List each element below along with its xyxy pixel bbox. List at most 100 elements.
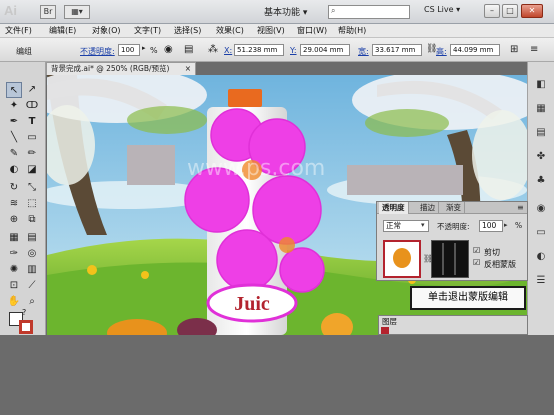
blob-brush-tool-icon[interactable]: ◐ bbox=[6, 162, 22, 178]
height-label[interactable]: 高: bbox=[436, 46, 447, 57]
symbol-sprayer-tool-icon[interactable]: ✺ bbox=[6, 262, 22, 278]
appearance-panel-icon[interactable]: ☰ bbox=[532, 272, 550, 290]
paintbrush-tool-icon[interactable]: ✎ bbox=[6, 146, 22, 162]
zoom-tool-icon[interactable]: ⌕ bbox=[24, 294, 40, 310]
panel-menu-icon[interactable]: ≡ bbox=[530, 44, 538, 55]
app-logo: Ai bbox=[4, 3, 17, 18]
eraser-tool-icon[interactable]: ◪ bbox=[24, 162, 40, 178]
minimize-button[interactable]: – bbox=[484, 4, 500, 18]
document-tab[interactable]: 背景完成.ai* @ 250% (RGB/预览) × bbox=[46, 62, 196, 75]
transparency-panel: 透明度 描边 渐变 ≡ 正常 ▾ 不透明度: 100 ▸ % ⛓ ☑ 剪切 ☑ … bbox=[376, 201, 528, 281]
layer-color-swatch bbox=[381, 327, 389, 334]
cs-live-button[interactable]: CS Live ▾ bbox=[424, 5, 460, 14]
opacity-field[interactable]: 100 bbox=[118, 44, 140, 56]
lasso-tool-icon[interactable]: ↀ bbox=[24, 98, 40, 114]
panel-dock: ◧ ▦ ▤ ✤ ♣ ◉ ▭ ◐ ☰ bbox=[527, 62, 554, 335]
free-transform-tool-icon[interactable]: ⬚ bbox=[24, 196, 40, 212]
pencil-tool-icon[interactable]: ✏ bbox=[24, 146, 40, 162]
tools-panel: ↖ ↗ ✦ ↀ ✒ T ╲ ▭ ✎ ✏ ◐ ◪ ↻ ⤡ ≋ ⬚ ⊕ ⧉ ▦ ▤ … bbox=[0, 62, 46, 335]
menu-effect[interactable]: 效果(C) bbox=[216, 25, 244, 36]
magic-wand-tool-icon[interactable]: ✦ bbox=[6, 98, 22, 114]
rotate-tool-icon[interactable]: ↻ bbox=[6, 180, 22, 196]
blend-tool-icon[interactable]: ◎ bbox=[24, 246, 40, 262]
menu-window[interactable]: 窗口(W) bbox=[297, 25, 327, 36]
workspace-switcher[interactable]: 基本功能 ▾ bbox=[264, 5, 307, 18]
maximize-button[interactable]: □ bbox=[502, 4, 518, 18]
arrange-documents-icon[interactable]: ▦▾ bbox=[64, 5, 90, 19]
transform-icon[interactable]: ⊞ bbox=[510, 44, 518, 55]
transparency-opacity-field[interactable]: 100 bbox=[479, 220, 503, 232]
menu-view[interactable]: 视图(V) bbox=[257, 25, 285, 36]
color-guide-icon[interactable]: ▦ bbox=[532, 100, 550, 118]
clip-label: 剪切 bbox=[484, 248, 500, 257]
transparency-percent: % bbox=[515, 221, 523, 230]
gradient-tool-icon[interactable]: ▤ bbox=[24, 230, 40, 246]
x-label[interactable]: X: bbox=[224, 46, 232, 55]
swatches-panel-icon[interactable]: ▤ bbox=[532, 124, 550, 142]
x-field[interactable]: 51.238 mm bbox=[234, 44, 284, 56]
pen-tool-icon[interactable]: ✒ bbox=[6, 114, 22, 130]
y-field[interactable]: 29.004 mm bbox=[300, 44, 350, 56]
gradient-panel-icon[interactable]: ▭ bbox=[532, 224, 550, 242]
search-icon: ⌕ bbox=[331, 6, 336, 15]
help-icon[interactable]: ? bbox=[22, 308, 26, 317]
column-graph-tool-icon[interactable]: ▥ bbox=[24, 262, 40, 278]
clip-checkbox[interactable]: ☑ bbox=[473, 246, 480, 255]
opacity-stepper-icon[interactable]: ▸ bbox=[504, 221, 508, 229]
opacity-stepper-icon[interactable]: ▸ bbox=[142, 44, 146, 52]
artwork-thumbnail[interactable] bbox=[383, 240, 421, 278]
opacity-link[interactable]: 不透明度: bbox=[80, 46, 115, 57]
menu-help[interactable]: 帮助(H) bbox=[338, 25, 366, 36]
slice-tool-icon[interactable]: ⟋ bbox=[24, 278, 40, 294]
symbols-panel-icon[interactable]: ♣ bbox=[532, 172, 550, 190]
menu-file[interactable]: 文件(F) bbox=[5, 25, 32, 36]
invert-mask-label: 反相蒙版 bbox=[484, 260, 516, 269]
width-label[interactable]: 宽: bbox=[358, 46, 369, 57]
watermark-text: www.ps.com bbox=[187, 156, 325, 181]
tab-stroke[interactable]: 描边 bbox=[417, 202, 439, 214]
bridge-icon[interactable]: Br bbox=[40, 5, 56, 19]
width-field[interactable]: 33.617 mm bbox=[372, 44, 422, 56]
color-panel-icon[interactable]: ◧ bbox=[532, 76, 550, 94]
search-input[interactable]: ⌕ bbox=[328, 5, 410, 19]
menu-edit[interactable]: 编辑(E) bbox=[49, 25, 76, 36]
tab-gradient[interactable]: 渐变 bbox=[443, 202, 465, 214]
opacity-mask-thumbnail[interactable] bbox=[431, 240, 469, 278]
y-label[interactable]: Y: bbox=[290, 46, 297, 55]
chevron-down-icon: ▾ bbox=[421, 221, 425, 229]
menu-select[interactable]: 选择(S) bbox=[174, 25, 201, 36]
tab-transparency[interactable]: 透明度 bbox=[379, 202, 409, 214]
reference-point-icon[interactable]: ⁂ bbox=[208, 44, 218, 55]
recolor-icon[interactable]: ◉ bbox=[164, 44, 173, 55]
eyedropper-tool-icon[interactable]: ✑ bbox=[6, 246, 22, 262]
menu-type[interactable]: 文字(T) bbox=[134, 25, 161, 36]
menu-bar: 文件(F) 编辑(E) 对象(O) 文字(T) 选择(S) 效果(C) 视图(V… bbox=[0, 24, 554, 38]
layers-panel-title[interactable]: 图层 bbox=[382, 317, 397, 326]
document-tab-close-button[interactable]: × bbox=[185, 63, 191, 75]
hand-tool-icon[interactable]: ✋ bbox=[6, 294, 22, 310]
shape-builder-tool-icon[interactable]: ⊕ bbox=[6, 212, 22, 228]
selection-tool-icon[interactable]: ↖ bbox=[6, 82, 22, 98]
warp-tool-icon[interactable]: ≋ bbox=[6, 196, 22, 212]
perspective-grid-tool-icon[interactable]: ⧉ bbox=[24, 212, 40, 228]
close-button[interactable]: ✕ bbox=[521, 4, 543, 18]
line-tool-icon[interactable]: ╲ bbox=[6, 130, 22, 146]
stroke-panel-icon[interactable]: ◉ bbox=[532, 200, 550, 218]
height-field[interactable]: 44.099 mm bbox=[450, 44, 500, 56]
direct-selection-tool-icon[interactable]: ↗ bbox=[24, 82, 40, 98]
artboard-tool-icon[interactable]: ⊡ bbox=[6, 278, 22, 294]
layers-panel: 图层 bbox=[378, 315, 528, 335]
mesh-tool-icon[interactable]: ▦ bbox=[6, 230, 22, 246]
transparency-panel-icon[interactable]: ◐ bbox=[532, 248, 550, 266]
title-bar: Ai Br ▦▾ 基本功能 ▾ ⌕ CS Live ▾ – □ ✕ bbox=[0, 0, 554, 24]
align-icon[interactable]: ▤ bbox=[184, 44, 193, 55]
document-tab-title: 背景完成.ai* @ 250% (RGB/预览) bbox=[51, 64, 170, 73]
scale-tool-icon[interactable]: ⤡ bbox=[24, 180, 40, 196]
brushes-panel-icon[interactable]: ✤ bbox=[532, 148, 550, 166]
invert-mask-checkbox[interactable]: ☑ bbox=[473, 258, 480, 267]
stroke-swatch[interactable] bbox=[19, 320, 33, 334]
rectangle-tool-icon[interactable]: ▭ bbox=[24, 130, 40, 146]
type-tool-icon[interactable]: T bbox=[24, 114, 40, 130]
panel-menu-icon[interactable]: ≡ bbox=[517, 203, 524, 212]
menu-object[interactable]: 对象(O) bbox=[92, 25, 121, 36]
